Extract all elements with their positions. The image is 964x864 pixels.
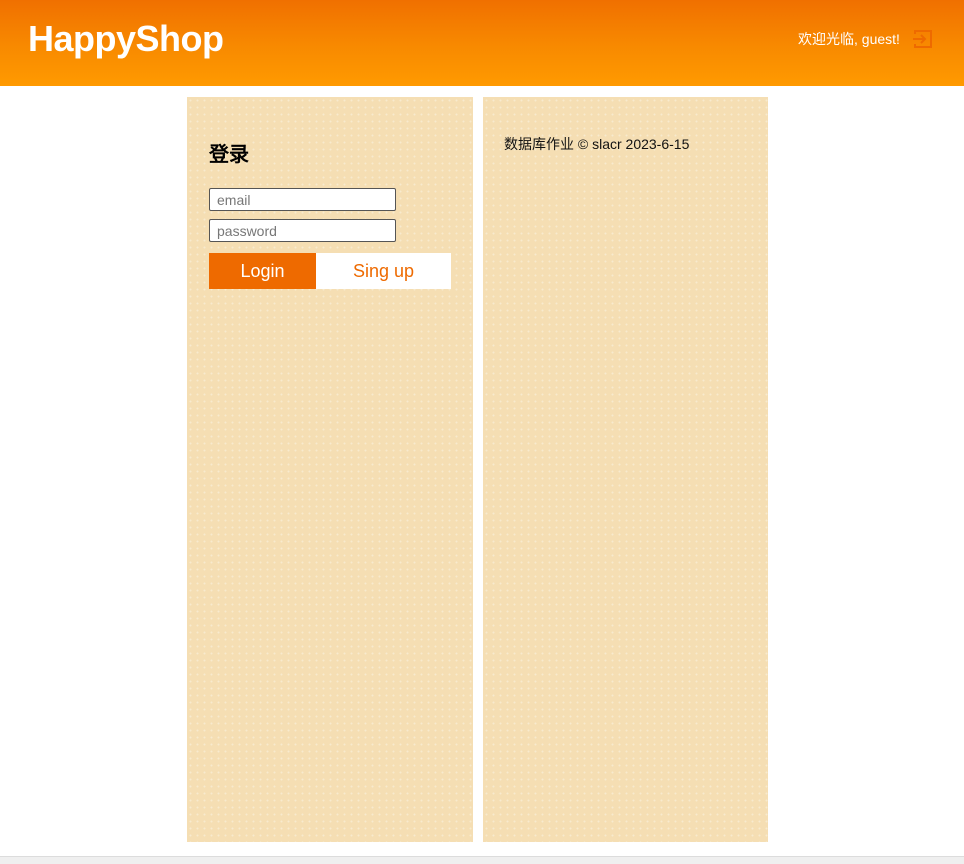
login-panel: 登录 Login Sing up [187, 97, 473, 842]
sign-out-icon[interactable] [912, 28, 934, 50]
login-button[interactable]: Login [209, 253, 316, 289]
info-panel: 数据库作业 © slacr 2023-6-15 [483, 97, 768, 842]
password-input[interactable] [209, 219, 396, 242]
top-header: HappyShop 欢迎光临, guest! [0, 0, 964, 86]
brand-logo[interactable]: HappyShop [28, 18, 224, 60]
copyright-text: 数据库作业 © slacr 2023-6-15 [504, 136, 690, 152]
signup-button[interactable]: Sing up [316, 253, 451, 289]
welcome-message: 欢迎光临, guest! [798, 31, 900, 47]
login-title: 登录 [209, 144, 249, 166]
email-input[interactable] [209, 188, 396, 211]
window-bottom-edge [0, 856, 964, 864]
